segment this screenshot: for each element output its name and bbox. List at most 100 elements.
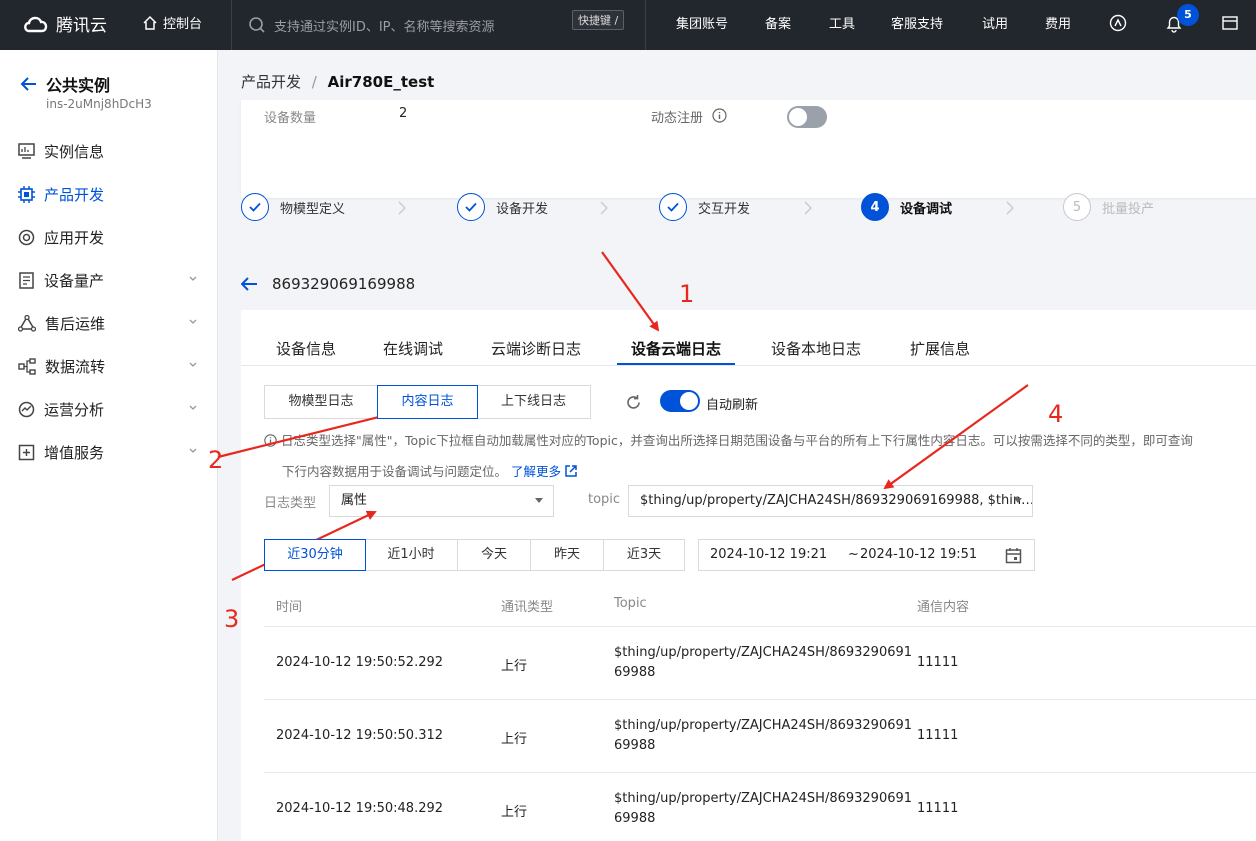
log-type-select[interactable]: 属性 (329, 485, 554, 517)
info-icon[interactable] (712, 108, 727, 123)
divider (241, 365, 1256, 366)
device-count-label: 设备数量 (264, 111, 317, 126)
sidebar-item-analytics[interactable]: 运营分析 (18, 397, 202, 421)
chevron-down-icon[interactable] (188, 317, 198, 327)
tip-line-1: 日志类型选择"属性"，Topic下拉框自动加载属性对应的Topic，并查询出所选… (280, 433, 1193, 448)
log-type-value: 属性 (341, 493, 368, 508)
col-comm-type: 通讯类型 (501, 600, 554, 615)
nav-filing[interactable]: 备案 (765, 13, 791, 32)
sidebar-item-after-sales[interactable]: 售后运维 (18, 311, 202, 335)
dynamic-reg-toggle[interactable] (787, 106, 827, 128)
cell-topic-line: 69988 (614, 738, 656, 753)
cloud-logo-icon (24, 16, 48, 32)
sidebar-item-app-dev[interactable]: 应用开发 (18, 225, 202, 249)
auto-refresh-toggle[interactable] (660, 390, 700, 412)
sidebar-item-label: 产品开发 (44, 185, 105, 204)
step-batch-production[interactable]: 5 批量投产 (1063, 193, 1154, 221)
nav-group-account[interactable]: 集团账号 (676, 13, 728, 32)
sidebar-back[interactable]: 公共实例 (20, 72, 110, 96)
sidebar-item-label: 应用开发 (44, 228, 105, 247)
brand-logo[interactable]: 腾讯云 (22, 11, 107, 36)
app-dev-icon (18, 229, 35, 245)
sidebar-item-label: 运营分析 (44, 400, 105, 419)
sidebar-item-instance-info[interactable]: 实例信息 (18, 139, 202, 163)
tab-extended-info[interactable]: 扩展信息 (910, 338, 970, 359)
step-model-definition[interactable]: 物模型定义 (241, 193, 345, 221)
info-icon (264, 434, 277, 447)
console-link[interactable]: 控制台 (142, 13, 202, 32)
step-device-debug[interactable]: 4 设备调试 (861, 193, 952, 221)
date-start: 2024-10-12 19:21 (710, 547, 828, 562)
external-link-icon[interactable] (565, 465, 577, 477)
arrow-left-icon[interactable] (241, 277, 258, 291)
calendar-icon[interactable] (1005, 547, 1022, 564)
range-30min[interactable]: 近30分钟 (264, 539, 366, 571)
cell-topic: $thing/up/property/ZAJCHA24SH/8693290691… (614, 716, 913, 756)
chevron-down-icon[interactable] (188, 360, 198, 370)
nav-tools[interactable]: 工具 (829, 13, 855, 32)
refresh-icon[interactable] (625, 394, 642, 411)
after-sales-icon (18, 314, 36, 332)
step-progress: 物模型定义 设备开发 交互开发 4 设备调试 5 批量投产 (241, 190, 1256, 250)
tab-cloud-diag-log[interactable]: 云端诊断日志 (491, 338, 581, 359)
nav-trial[interactable]: 试用 (982, 13, 1008, 32)
nav-billing[interactable]: 费用 (1045, 13, 1071, 32)
chevron-right-icon (398, 201, 406, 215)
tip-line-2: 下行内容数据用于设备调试与问题定位。 (282, 464, 508, 479)
table-row: 2024-10-12 19:50:52.292 上行 $thing/up/pro… (264, 627, 1256, 700)
chevron-down-icon[interactable] (188, 403, 198, 413)
seg-model-log[interactable]: 物模型日志 (265, 386, 378, 418)
topic-select[interactable]: $thing/up/property/ZAJCHA24SH/8693290691… (628, 485, 1033, 517)
seg-content-log[interactable]: 内容日志 (377, 385, 478, 419)
tab-bar: 设备信息 在线调试 云端诊断日志 设备云端日志 设备本地日志 扩展信息 (241, 310, 1256, 366)
instance-id: ins-2uMnj8hDcH3 (46, 97, 152, 111)
caret-down-icon (535, 498, 543, 503)
chevron-down-icon[interactable] (188, 274, 198, 284)
sidebar-item-device-batch[interactable]: 设备量产 (18, 268, 202, 292)
analytics-icon (18, 401, 35, 417)
step-device-dev[interactable]: 设备开发 (457, 193, 548, 221)
arrow-left-icon[interactable] (20, 76, 38, 92)
sidebar-item-data-flow[interactable]: 数据流转 (18, 354, 202, 378)
learn-more-link[interactable]: 了解更多 (511, 464, 561, 479)
cell-content: 11111 (917, 801, 959, 816)
range-yesterday[interactable]: 昨天 (531, 540, 604, 570)
assistant-icon[interactable] (1109, 14, 1127, 32)
check-icon (241, 193, 269, 221)
cell-topic-line: $thing/up/property/ZAJCHA24SH/8693290691 (614, 645, 913, 660)
chevron-down-icon[interactable] (188, 446, 198, 456)
sidebar-item-value-added[interactable]: 增值服务 (18, 440, 202, 464)
step-interaction-dev[interactable]: 交互开发 (659, 193, 750, 221)
seg-online-offline-log[interactable]: 上下线日志 (477, 386, 590, 418)
log-type-label: 日志类型 (264, 496, 317, 511)
workspace-icon[interactable] (1221, 14, 1239, 32)
cell-content: 11111 (917, 655, 959, 670)
range-3days[interactable]: 近3天 (604, 540, 684, 570)
tab-local-log[interactable]: 设备本地日志 (771, 338, 861, 359)
date-range-picker[interactable]: 2024-10-12 19:21 ~ 2024-10-12 19:51 (698, 539, 1035, 571)
home-icon (143, 15, 157, 30)
col-content: 通信内容 (917, 600, 970, 615)
nav-support[interactable]: 客服支持 (891, 13, 943, 32)
sidebar-item-label: 数据流转 (45, 357, 106, 376)
step-label: 交互开发 (698, 201, 751, 217)
step-label: 设备开发 (496, 201, 549, 217)
step-label: 物模型定义 (280, 201, 346, 217)
step-number: 5 (1063, 193, 1091, 221)
topic-label: topic (588, 492, 621, 507)
tab-online-debug[interactable]: 在线调试 (383, 338, 443, 359)
range-today[interactable]: 今天 (458, 540, 531, 570)
global-search[interactable]: 支持通过实例ID、IP、名称等搜索资源 (248, 10, 628, 40)
tab-device-info[interactable]: 设备信息 (276, 338, 336, 359)
cell-topic-line: $thing/up/property/ZAJCHA24SH/8693290691 (614, 718, 913, 733)
range-1hour[interactable]: 近1小时 (365, 540, 458, 570)
cell-time: 2024-10-12 19:50:48.292 (276, 801, 444, 816)
chip-icon (18, 185, 35, 203)
monitor-icon (18, 143, 35, 159)
divider (645, 0, 646, 50)
breadcrumb-parent[interactable]: 产品开发 (241, 73, 301, 91)
annotation-label-4: 4 (1048, 400, 1064, 428)
console-label: 控制台 (163, 17, 203, 32)
sidebar-item-product-dev[interactable]: 产品开发 (18, 182, 202, 206)
tab-cloud-log[interactable]: 设备云端日志 (631, 338, 721, 359)
